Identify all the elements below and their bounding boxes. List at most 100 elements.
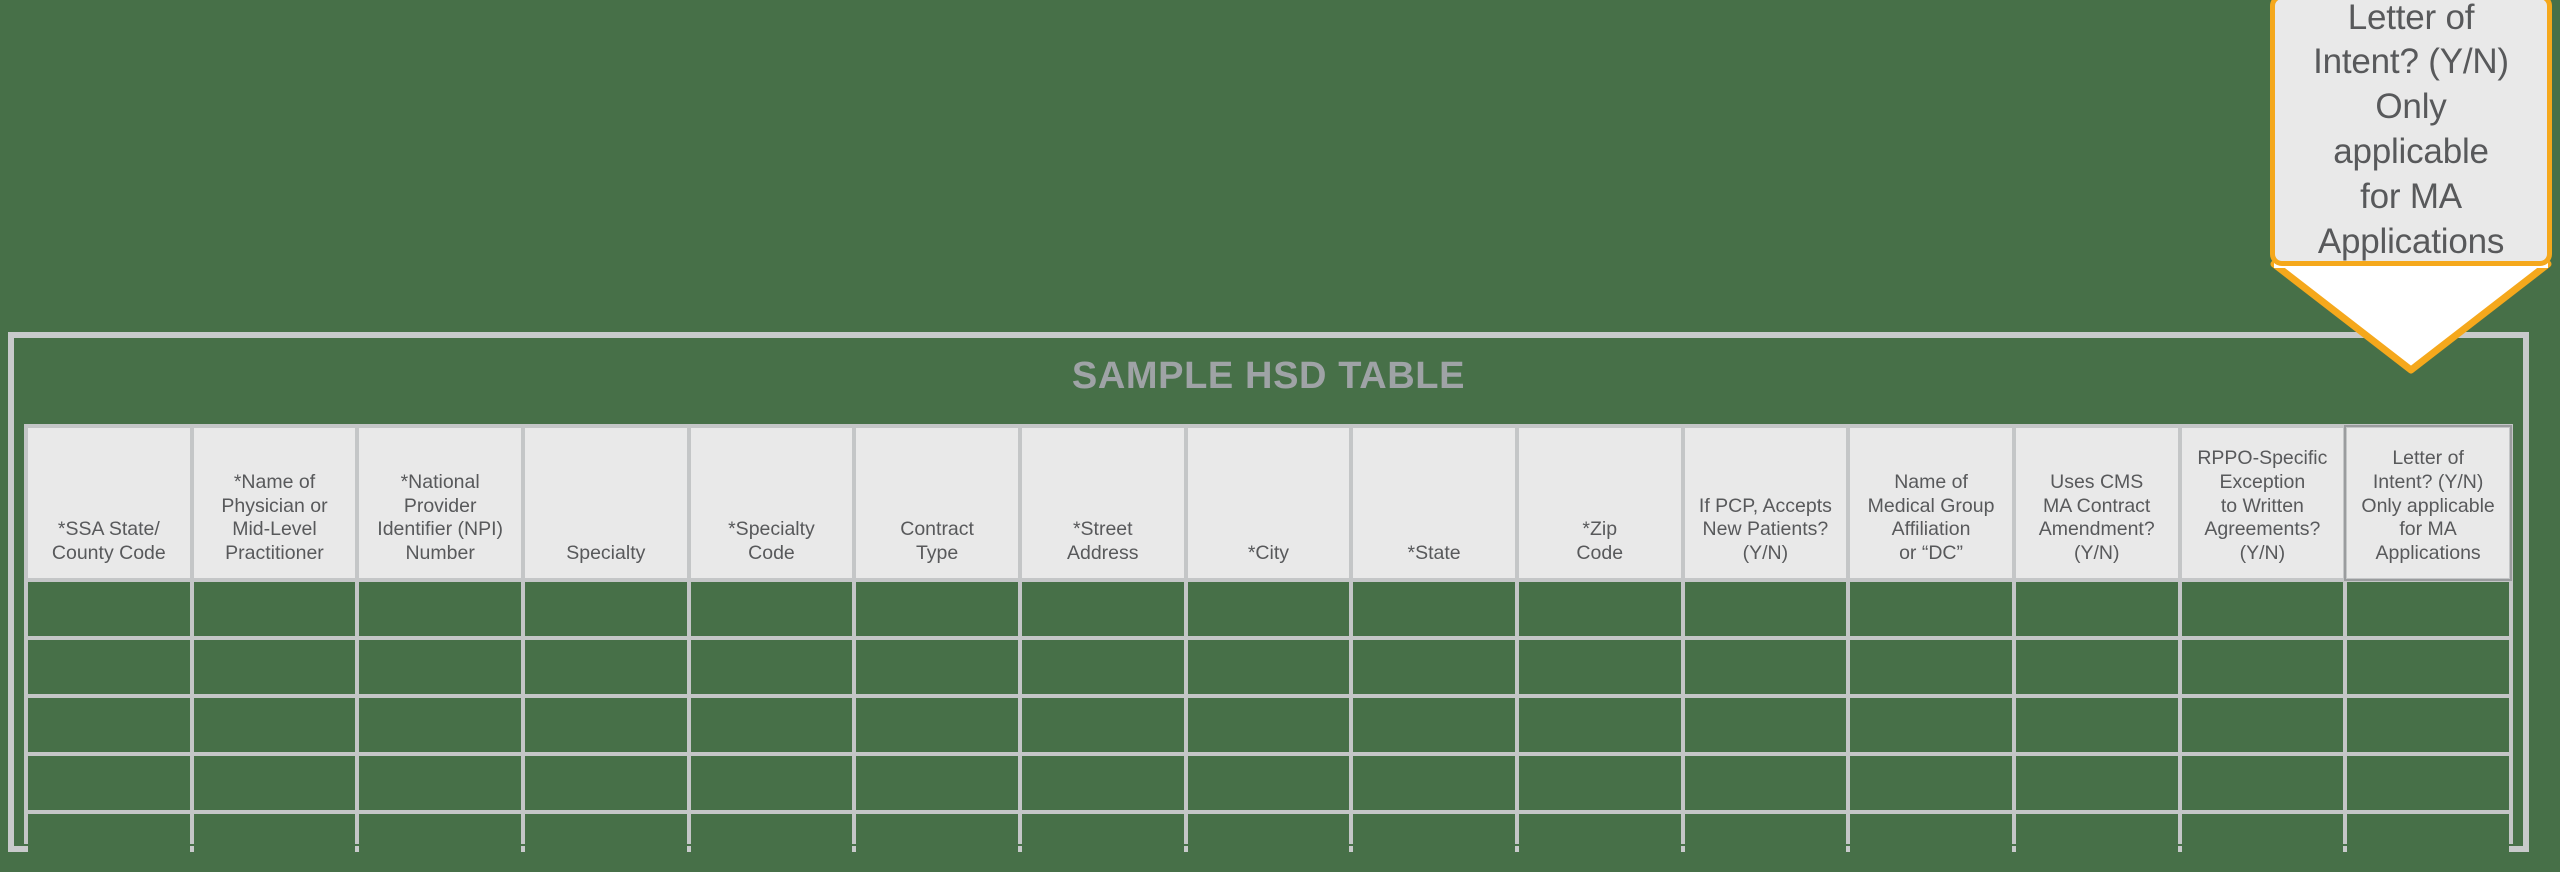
table-cell[interactable] — [524, 640, 687, 694]
table-cell[interactable] — [2181, 756, 2344, 810]
table-cell[interactable] — [856, 756, 1018, 810]
table-cell[interactable] — [28, 640, 190, 694]
table-cell[interactable] — [1684, 640, 1847, 694]
table-cell[interactable] — [2347, 698, 2509, 752]
table-cell[interactable] — [1021, 814, 1184, 868]
table-cell[interactable] — [28, 814, 190, 868]
table-cell[interactable] — [1518, 640, 1681, 694]
table-cell[interactable] — [856, 582, 1018, 636]
table-header: *SSA State/ County Code *Name of Physicia… — [28, 425, 2512, 581]
table-cell[interactable] — [359, 814, 521, 868]
table-cell[interactable] — [1684, 698, 1847, 752]
table-header-row: *SSA State/ County Code *Name of Physicia… — [28, 425, 2512, 581]
column-header-5[interactable]: Contract Type — [856, 428, 1018, 578]
table-cell[interactable] — [1021, 756, 1184, 810]
column-header-11[interactable]: Name of Medical Group Affiliation or “DC… — [1850, 428, 2012, 578]
table-cell[interactable] — [2181, 698, 2344, 752]
table-cell[interactable] — [2347, 814, 2509, 868]
table-cell[interactable] — [193, 582, 356, 636]
column-header-12[interactable]: Uses CMS MA Contract Amendment? (Y/N) — [2015, 428, 2178, 578]
column-header-1[interactable]: *Name of Physician or Mid-Level Practiti… — [193, 428, 356, 578]
table-cell[interactable] — [28, 582, 190, 636]
table-cell[interactable] — [2181, 582, 2344, 636]
table-cell[interactable] — [1187, 814, 1350, 868]
table-cell[interactable] — [2347, 756, 2509, 810]
table-cell[interactable] — [1353, 756, 1515, 810]
table-cell[interactable] — [193, 814, 356, 868]
column-header-4[interactable]: *Specialty Code — [690, 428, 853, 578]
column-header-3[interactable]: Specialty — [524, 428, 687, 578]
table-cell[interactable] — [2347, 582, 2509, 636]
table-cell[interactable] — [690, 698, 853, 752]
table-cell[interactable] — [1353, 640, 1515, 694]
table-cell[interactable] — [1518, 582, 1681, 636]
table-cell[interactable] — [1518, 756, 1681, 810]
table-row — [28, 640, 2509, 694]
table-cell[interactable] — [28, 756, 190, 810]
table-cell[interactable] — [1850, 698, 2012, 752]
table-cell[interactable] — [2015, 582, 2178, 636]
table-cell[interactable] — [1684, 756, 1847, 810]
table-cell[interactable] — [1353, 698, 1515, 752]
table-cell[interactable] — [524, 756, 687, 810]
table-cell[interactable] — [524, 814, 687, 868]
column-header-2[interactable]: *National Provider Identifier (NPI) Numb… — [359, 428, 521, 578]
table-cell[interactable] — [359, 640, 521, 694]
table-cell[interactable] — [359, 582, 521, 636]
table-cell[interactable] — [359, 698, 521, 752]
table-cell[interactable] — [856, 640, 1018, 694]
table-cell[interactable] — [1353, 814, 1515, 868]
table-cell[interactable] — [2015, 698, 2178, 752]
table-cell[interactable] — [1187, 698, 1350, 752]
page-title: SAMPLE HSD TABLE — [1071, 355, 1466, 397]
table-cell[interactable] — [1850, 814, 2012, 868]
table-cell[interactable] — [1353, 582, 1515, 636]
table-cell[interactable] — [193, 698, 356, 752]
column-header-8[interactable]: *State — [1353, 428, 1515, 578]
table-cell[interactable] — [2015, 756, 2178, 810]
table-cell[interactable] — [1021, 640, 1184, 694]
table-cell[interactable] — [856, 698, 1018, 752]
table-cell[interactable] — [690, 640, 853, 694]
table-cell[interactable] — [2015, 640, 2178, 694]
table-cell[interactable] — [2181, 640, 2344, 694]
table-cell[interactable] — [690, 756, 853, 810]
table-body — [28, 582, 2509, 868]
column-header-13[interactable]: RPPO-Specific Exception to Written Agree… — [2181, 428, 2344, 578]
table-cell[interactable] — [1187, 756, 1350, 810]
table-cell[interactable] — [524, 582, 687, 636]
table-cell[interactable] — [2015, 814, 2178, 868]
table-cell[interactable] — [359, 756, 521, 810]
table-cell[interactable] — [1850, 756, 2012, 810]
callout-bubble: Letter of Intent? (Y/N) Only applicable … — [2270, 0, 2552, 266]
table-cell[interactable] — [2181, 814, 2344, 868]
table-cell[interactable] — [1021, 582, 1184, 636]
table-cell[interactable] — [1021, 698, 1184, 752]
table-cell[interactable] — [856, 814, 1018, 868]
table-cell[interactable] — [28, 698, 190, 752]
column-header-0[interactable]: *SSA State/ County Code — [28, 428, 190, 578]
column-header-10[interactable]: If PCP, Accepts New Patients? (Y/N) — [1684, 428, 1847, 578]
column-header-9[interactable]: *Zip Code — [1518, 428, 1681, 578]
table-cell[interactable] — [1850, 640, 2012, 694]
table-cell[interactable] — [193, 756, 356, 810]
table-cell[interactable] — [193, 640, 356, 694]
table-cell[interactable] — [1850, 582, 2012, 636]
table-cell[interactable] — [690, 814, 853, 868]
table-cell[interactable] — [524, 698, 687, 752]
table-row — [28, 698, 2509, 752]
table-cell[interactable] — [1187, 640, 1350, 694]
table-cell[interactable] — [1518, 698, 1681, 752]
table-cell[interactable] — [1684, 582, 1847, 636]
table-cell[interactable] — [1187, 582, 1350, 636]
callout-text: Letter of Intent? (Y/N) Only applicable … — [2313, 0, 2509, 261]
column-header-14[interactable]: Letter of Intent? (Y/N) Only applicable … — [2344, 425, 2512, 581]
column-header-6[interactable]: *Street Address — [1021, 428, 1184, 578]
callout-annotation: Letter of Intent? (Y/N) Only applicable … — [2270, 0, 2560, 420]
table-cell[interactable] — [1684, 814, 1847, 868]
table-cell[interactable] — [690, 582, 853, 636]
table-cell[interactable] — [2347, 640, 2509, 694]
table-row — [28, 756, 2509, 810]
column-header-7[interactable]: *City — [1187, 428, 1350, 578]
table-cell[interactable] — [1518, 814, 1681, 868]
